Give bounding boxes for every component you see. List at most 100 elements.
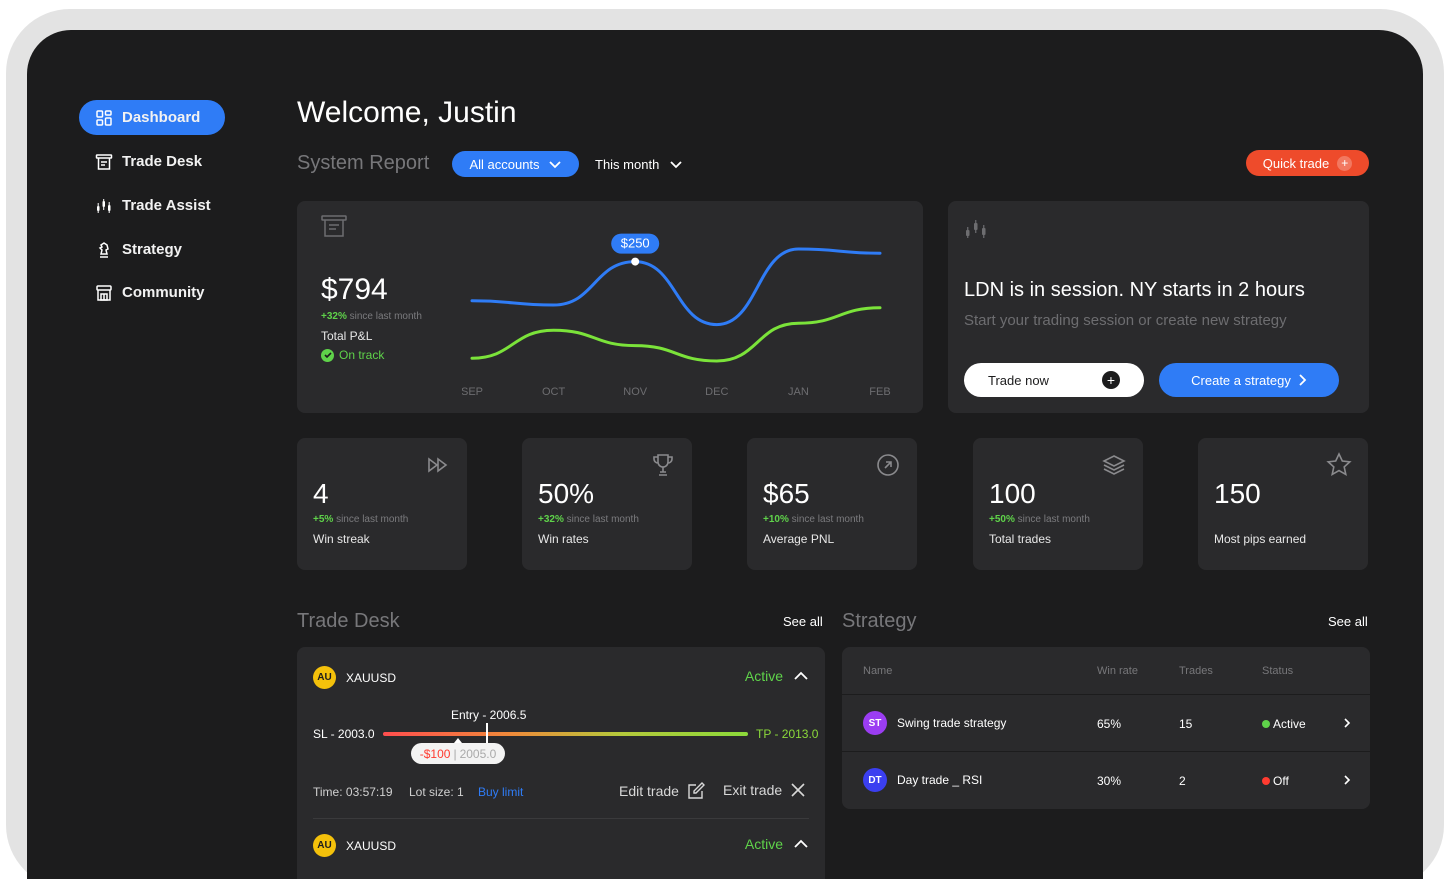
accounts-dropdown[interactable]: All accounts <box>452 151 579 177</box>
entry-marker <box>486 723 488 745</box>
stat-label: Total trades <box>989 532 1052 546</box>
symbol-label: XAUUSD <box>346 670 397 685</box>
take-profit-label: TP - 2013.0 <box>756 727 819 741</box>
strategy-table: Name Win rate Trades Status ST Swing tra… <box>842 647 1370 809</box>
pnl-card: $794 +32% since last month Total P&L On … <box>297 201 923 413</box>
pnl-line-chart: SEP OCT NOV DEC JAN FEB $250 <box>462 233 891 398</box>
x-tick-label: JAN <box>788 386 809 398</box>
avatar: ST <box>863 711 887 735</box>
trade-now-label: Trade now <box>988 372 1049 388</box>
current-price-tooltip: -$100 | 2005.0 <box>411 743 505 764</box>
stat-label: Win rates <box>538 532 589 546</box>
table-row[interactable]: ST Swing trade strategy 65% 15 Active <box>842 695 1370 751</box>
pnl-delta: +32% since last month <box>321 311 422 322</box>
accounts-dropdown-label: All accounts <box>469 156 540 172</box>
sidebar-item-trade-assist[interactable]: Trade Assist <box>79 188 225 223</box>
symbol-label: XAUUSD <box>346 838 397 853</box>
status-badge: Off <box>1262 774 1289 788</box>
strategy-name: Swing trade strategy <box>897 716 1007 730</box>
plus-icon: + <box>1337 155 1353 171</box>
session-title: LDN is in session. NY starts in 2 hours <box>964 279 1305 301</box>
period-dropdown[interactable]: This month <box>595 151 683 177</box>
avatar: AU <box>313 834 336 857</box>
exit-trade-button[interactable]: Exit trade <box>723 782 806 798</box>
period-dropdown-label: This month <box>595 156 660 172</box>
trade-collapse-toggle[interactable]: Active <box>745 668 809 684</box>
trade-desk-see-all-link[interactable]: See all <box>783 614 823 629</box>
chevron-down-icon <box>548 161 561 169</box>
edit-trade-label: Edit trade <box>619 783 679 799</box>
chart-series-line-0 <box>470 247 882 327</box>
column-header-status: Status <box>1262 665 1294 677</box>
win-rate-cell: 30% <box>1097 774 1122 788</box>
status-badge: Active <box>1262 717 1306 731</box>
quick-trade-button[interactable]: Quick trade + <box>1246 150 1369 176</box>
trade-symbol: AU XAUUSD <box>313 666 396 689</box>
price-range-bar <box>383 732 748 736</box>
table-row[interactable]: DT Day trade _ RSI 30% 2 Off <box>842 752 1370 808</box>
trade-assist-icon <box>97 198 111 213</box>
stat-value: 50% <box>538 478 595 509</box>
dashboard-icon <box>96 109 112 126</box>
session-card: LDN is in session. NY starts in 2 hours … <box>948 201 1369 413</box>
column-header-win-rate: Win rate <box>1097 665 1138 677</box>
stat-card-win-streak: 4 +5% since last month Win streak <box>297 438 467 570</box>
stat-value: 100 <box>989 478 1036 509</box>
x-tick-label: SEP <box>462 386 483 398</box>
pnl-label: Total P&L <box>321 329 373 343</box>
trophy-icon <box>653 454 673 476</box>
strategy-title: Strategy <box>842 610 917 632</box>
status-badge: Active <box>744 668 783 684</box>
trade-time: Time: 03:57:19 <box>313 785 393 799</box>
order-type-link[interactable]: Buy limit <box>478 785 523 799</box>
strategy-name-cell: DT Day trade _ RSI <box>863 768 982 792</box>
stop-loss-label: SL - 2003.0 <box>313 727 375 741</box>
stat-value: 4 <box>313 478 329 509</box>
x-tick-label: DEC <box>705 386 728 398</box>
app-screen: Dashboard Trade Desk Trade Assist Strate… <box>27 30 1423 879</box>
check-circle-icon <box>321 348 334 362</box>
stat-delta: +10% since last month <box>763 514 864 525</box>
sidebar-item-trade-desk[interactable]: Trade Desk <box>79 144 225 179</box>
sidebar-item-dashboard[interactable]: Dashboard <box>79 100 225 135</box>
sidebar-item-label: Trade Desk <box>122 153 203 170</box>
layers-icon <box>1102 455 1126 475</box>
receipt-icon <box>321 215 347 237</box>
close-icon <box>791 783 805 797</box>
fast-forward-icon <box>428 457 448 473</box>
arrow-up-right-circle-icon <box>877 454 899 476</box>
chevron-right-icon <box>1299 374 1307 386</box>
trade-collapse-toggle[interactable]: Active <box>745 836 809 852</box>
chart-series-line-1 <box>470 306 882 363</box>
stat-value: $65 <box>763 478 810 509</box>
create-strategy-button[interactable]: Create a strategy <box>1159 363 1339 397</box>
chevron-right-icon <box>1344 775 1351 785</box>
edit-icon <box>688 782 705 799</box>
x-tick-label: OCT <box>542 386 566 398</box>
stat-label: Win streak <box>313 532 370 546</box>
chess-knight-icon <box>98 241 109 258</box>
stat-card-most-pips: 150 Most pips earned <box>1198 438 1368 570</box>
avatar: DT <box>863 768 887 792</box>
sidebar-item-community[interactable]: Community <box>79 275 225 310</box>
exit-trade-label: Exit trade <box>723 782 783 798</box>
trades-cell: 15 <box>1179 717 1193 731</box>
chevron-right-icon <box>1344 718 1351 728</box>
sidebar-item-strategy[interactable]: Strategy <box>79 232 225 267</box>
edit-trade-button[interactable]: Edit trade <box>619 782 705 800</box>
sidebar-item-label: Strategy <box>122 241 183 258</box>
page-title: Welcome, Justin <box>297 96 517 129</box>
trade-now-button[interactable]: Trade now + <box>964 363 1144 397</box>
strategy-name: Day trade _ RSI <box>897 773 983 787</box>
strategy-see-all-link[interactable]: See all <box>1328 614 1368 629</box>
candles-icon <box>966 220 986 238</box>
status-badge: On track <box>321 348 384 362</box>
stat-label: Average PNL <box>763 532 835 546</box>
stat-card-total-trades: 100 +50% since last month Total trades <box>973 438 1143 570</box>
lot-size: Lot size: 1 <box>409 785 464 799</box>
stat-delta: +50% since last month <box>989 514 1090 525</box>
trade-desk-title: Trade Desk <box>297 610 400 632</box>
entry-label: Entry - 2006.5 <box>451 708 527 722</box>
column-header-trades: Trades <box>1179 665 1213 677</box>
stat-value: 150 <box>1214 478 1261 509</box>
